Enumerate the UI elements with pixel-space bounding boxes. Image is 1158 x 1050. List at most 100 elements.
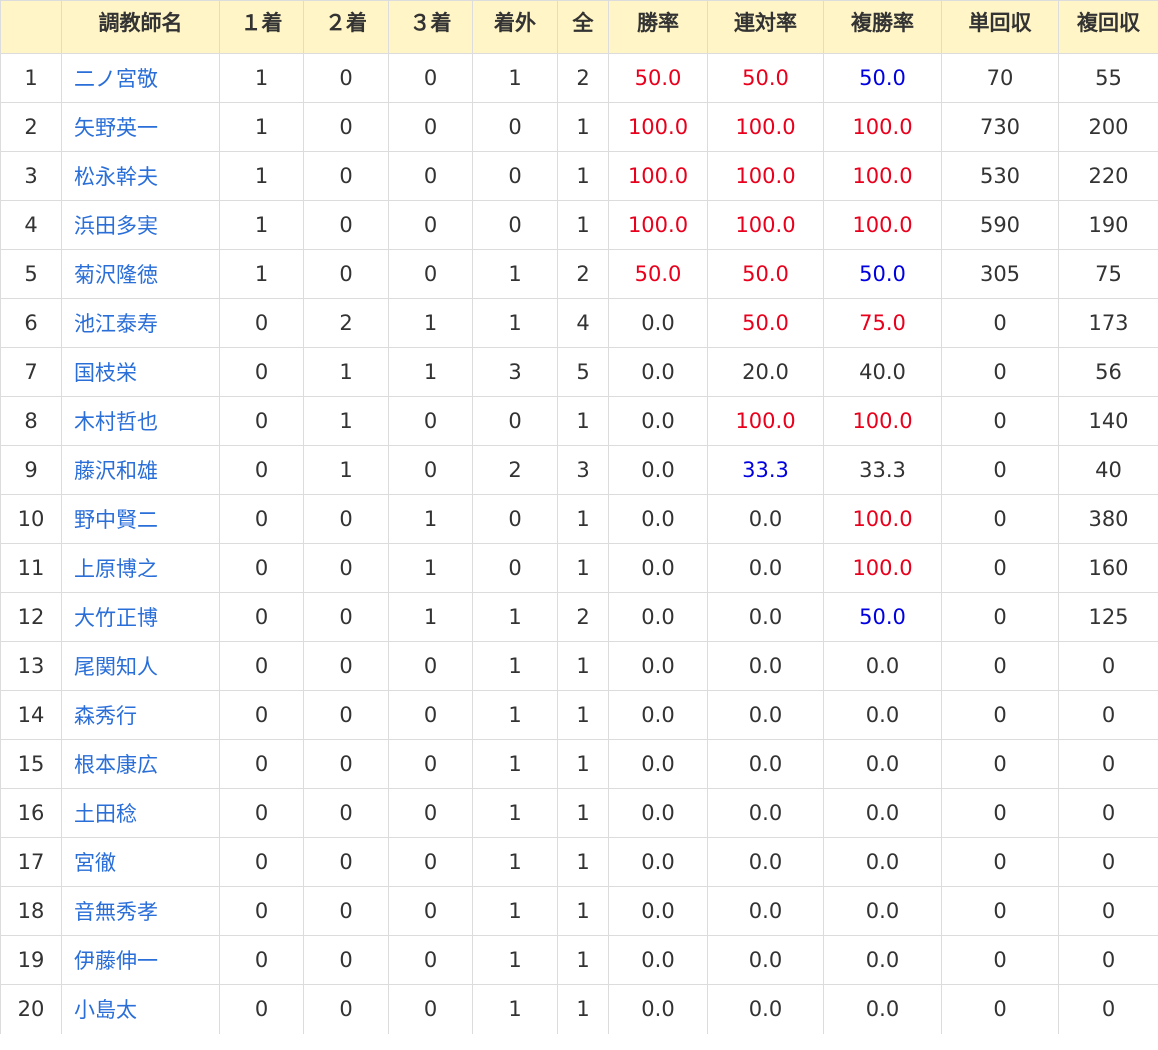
out-count-cell: 1 [472, 837, 558, 887]
header-quinella-rate[interactable]: 連対率 [707, 0, 824, 54]
win-return-cell: 0 [941, 347, 1059, 397]
trainer-name-cell: 音無秀孝 [61, 886, 220, 936]
win-rate-cell: 0.0 [608, 445, 708, 495]
trainer-name-cell: 木村哲也 [61, 396, 220, 446]
table-row: 4 浜田多実 1 0 0 0 1 100.0 100.0 100.0 590 190 [0, 200, 1158, 250]
show-return-cell: 140 [1058, 396, 1158, 446]
trainer-name-link[interactable]: 浜田多実 [74, 214, 158, 238]
rank-cell: 15 [0, 739, 62, 789]
win-rate-cell: 0.0 [608, 641, 708, 691]
third-count-cell: 0 [388, 151, 473, 201]
table-row: 5 菊沢隆徳 1 0 0 1 2 50.0 50.0 50.0 305 75 [0, 249, 1158, 299]
trainer-name-link[interactable]: 国枝栄 [74, 361, 137, 385]
quinella-rate-cell: 0.0 [707, 739, 824, 789]
trainer-name-link[interactable]: 尾関知人 [74, 655, 158, 679]
table-row: 20 小島太 0 0 0 1 1 0.0 0.0 0.0 0 0 [0, 984, 1158, 1034]
header-win-return[interactable]: 単回収 [941, 0, 1059, 54]
trainer-name-link[interactable]: 小島太 [74, 998, 137, 1022]
first-count-cell: 0 [219, 690, 304, 740]
trainer-name-link[interactable]: 上原博之 [74, 557, 158, 581]
trainer-stats-table-container: 調教師名 １着 ２着 ３着 着外 全 勝率 連対率 複勝率 単回収 複回収 1 二… [0, 0, 1158, 1050]
trainer-name-cell: 藤沢和雄 [61, 445, 220, 495]
header-show-rate[interactable]: 複勝率 [823, 0, 942, 54]
second-count-cell: 0 [303, 102, 389, 152]
header-show-return[interactable]: 複回収 [1058, 0, 1158, 54]
trainer-name-link[interactable]: 土田稔 [74, 802, 137, 826]
header-third[interactable]: ３着 [388, 0, 473, 54]
win-rate-cell: 0.0 [608, 739, 708, 789]
win-rate-cell: 0.0 [608, 984, 708, 1034]
trainer-stats-table: 調教師名 １着 ２着 ３着 着外 全 勝率 連対率 複勝率 単回収 複回収 1 二… [0, 0, 1158, 1034]
show-return-cell: 173 [1058, 298, 1158, 348]
header-win-rate[interactable]: 勝率 [608, 0, 708, 54]
first-count-cell: 0 [219, 935, 304, 985]
win-return-cell: 0 [941, 984, 1059, 1034]
header-second[interactable]: ２着 [303, 0, 389, 54]
second-count-cell: 0 [303, 837, 389, 887]
win-rate-cell: 100.0 [608, 102, 708, 152]
header-trainer-name[interactable]: 調教師名 [61, 0, 220, 54]
show-return-cell: 0 [1058, 641, 1158, 691]
first-count-cell: 0 [219, 396, 304, 446]
out-count-cell: 1 [472, 249, 558, 299]
win-return-cell: 530 [941, 151, 1059, 201]
second-count-cell: 1 [303, 396, 389, 446]
third-count-cell: 0 [388, 739, 473, 789]
total-count-cell: 1 [557, 396, 609, 446]
trainer-name-link[interactable]: 音無秀孝 [74, 900, 158, 924]
first-count-cell: 0 [219, 347, 304, 397]
trainer-name-link[interactable]: 菊沢隆徳 [74, 263, 158, 287]
first-count-cell: 1 [219, 102, 304, 152]
header-out[interactable]: 着外 [472, 0, 558, 54]
show-return-cell: 200 [1058, 102, 1158, 152]
total-count-cell: 2 [557, 592, 609, 642]
table-row: 17 宮徹 0 0 0 1 1 0.0 0.0 0.0 0 0 [0, 837, 1158, 887]
trainer-name-link[interactable]: 伊藤伸一 [74, 949, 158, 973]
win-rate-cell: 0.0 [608, 298, 708, 348]
trainer-name-cell: 池江泰寿 [61, 298, 220, 348]
out-count-cell: 3 [472, 347, 558, 397]
show-rate-cell: 100.0 [823, 543, 942, 593]
quinella-rate-cell: 100.0 [707, 200, 824, 250]
show-return-cell: 190 [1058, 200, 1158, 250]
win-return-cell: 0 [941, 543, 1059, 593]
trainer-name-link[interactable]: 二ノ宮敬 [74, 67, 158, 91]
show-rate-cell: 0.0 [823, 739, 942, 789]
trainer-name-link[interactable]: 池江泰寿 [74, 312, 158, 336]
second-count-cell: 0 [303, 788, 389, 838]
first-count-cell: 0 [219, 445, 304, 495]
header-first[interactable]: １着 [219, 0, 304, 54]
show-rate-cell: 50.0 [823, 592, 942, 642]
trainer-name-link[interactable]: 矢野英一 [74, 116, 158, 140]
trainer-name-link[interactable]: 木村哲也 [74, 410, 158, 434]
trainer-name-link[interactable]: 野中賢二 [74, 508, 158, 532]
win-rate-cell: 50.0 [608, 249, 708, 299]
second-count-cell: 0 [303, 592, 389, 642]
trainer-name-link[interactable]: 大竹正博 [74, 606, 158, 630]
trainer-name-link[interactable]: 根本康広 [74, 753, 158, 777]
show-rate-cell: 100.0 [823, 102, 942, 152]
trainer-name-link[interactable]: 藤沢和雄 [74, 459, 158, 483]
trainer-name-link[interactable]: 宮徹 [74, 851, 116, 875]
trainer-name-link[interactable]: 松永幹夫 [74, 165, 158, 189]
third-count-cell: 0 [388, 102, 473, 152]
rank-cell: 19 [0, 935, 62, 985]
rank-cell: 9 [0, 445, 62, 495]
first-count-cell: 0 [219, 984, 304, 1034]
win-rate-cell: 0.0 [608, 347, 708, 397]
rank-cell: 18 [0, 886, 62, 936]
quinella-rate-cell: 50.0 [707, 53, 824, 103]
table-row: 13 尾関知人 0 0 0 1 1 0.0 0.0 0.0 0 0 [0, 641, 1158, 691]
header-total[interactable]: 全 [557, 0, 609, 54]
total-count-cell: 1 [557, 494, 609, 544]
rank-cell: 5 [0, 249, 62, 299]
trainer-name-cell: 二ノ宮敬 [61, 53, 220, 103]
trainer-name-cell: 浜田多実 [61, 200, 220, 250]
header-rank [0, 0, 62, 54]
table-row: 6 池江泰寿 0 2 1 1 4 0.0 50.0 75.0 0 173 [0, 298, 1158, 348]
show-return-cell: 220 [1058, 151, 1158, 201]
rank-cell: 2 [0, 102, 62, 152]
win-return-cell: 0 [941, 837, 1059, 887]
table-row: 15 根本康広 0 0 0 1 1 0.0 0.0 0.0 0 0 [0, 739, 1158, 789]
trainer-name-link[interactable]: 森秀行 [74, 704, 137, 728]
